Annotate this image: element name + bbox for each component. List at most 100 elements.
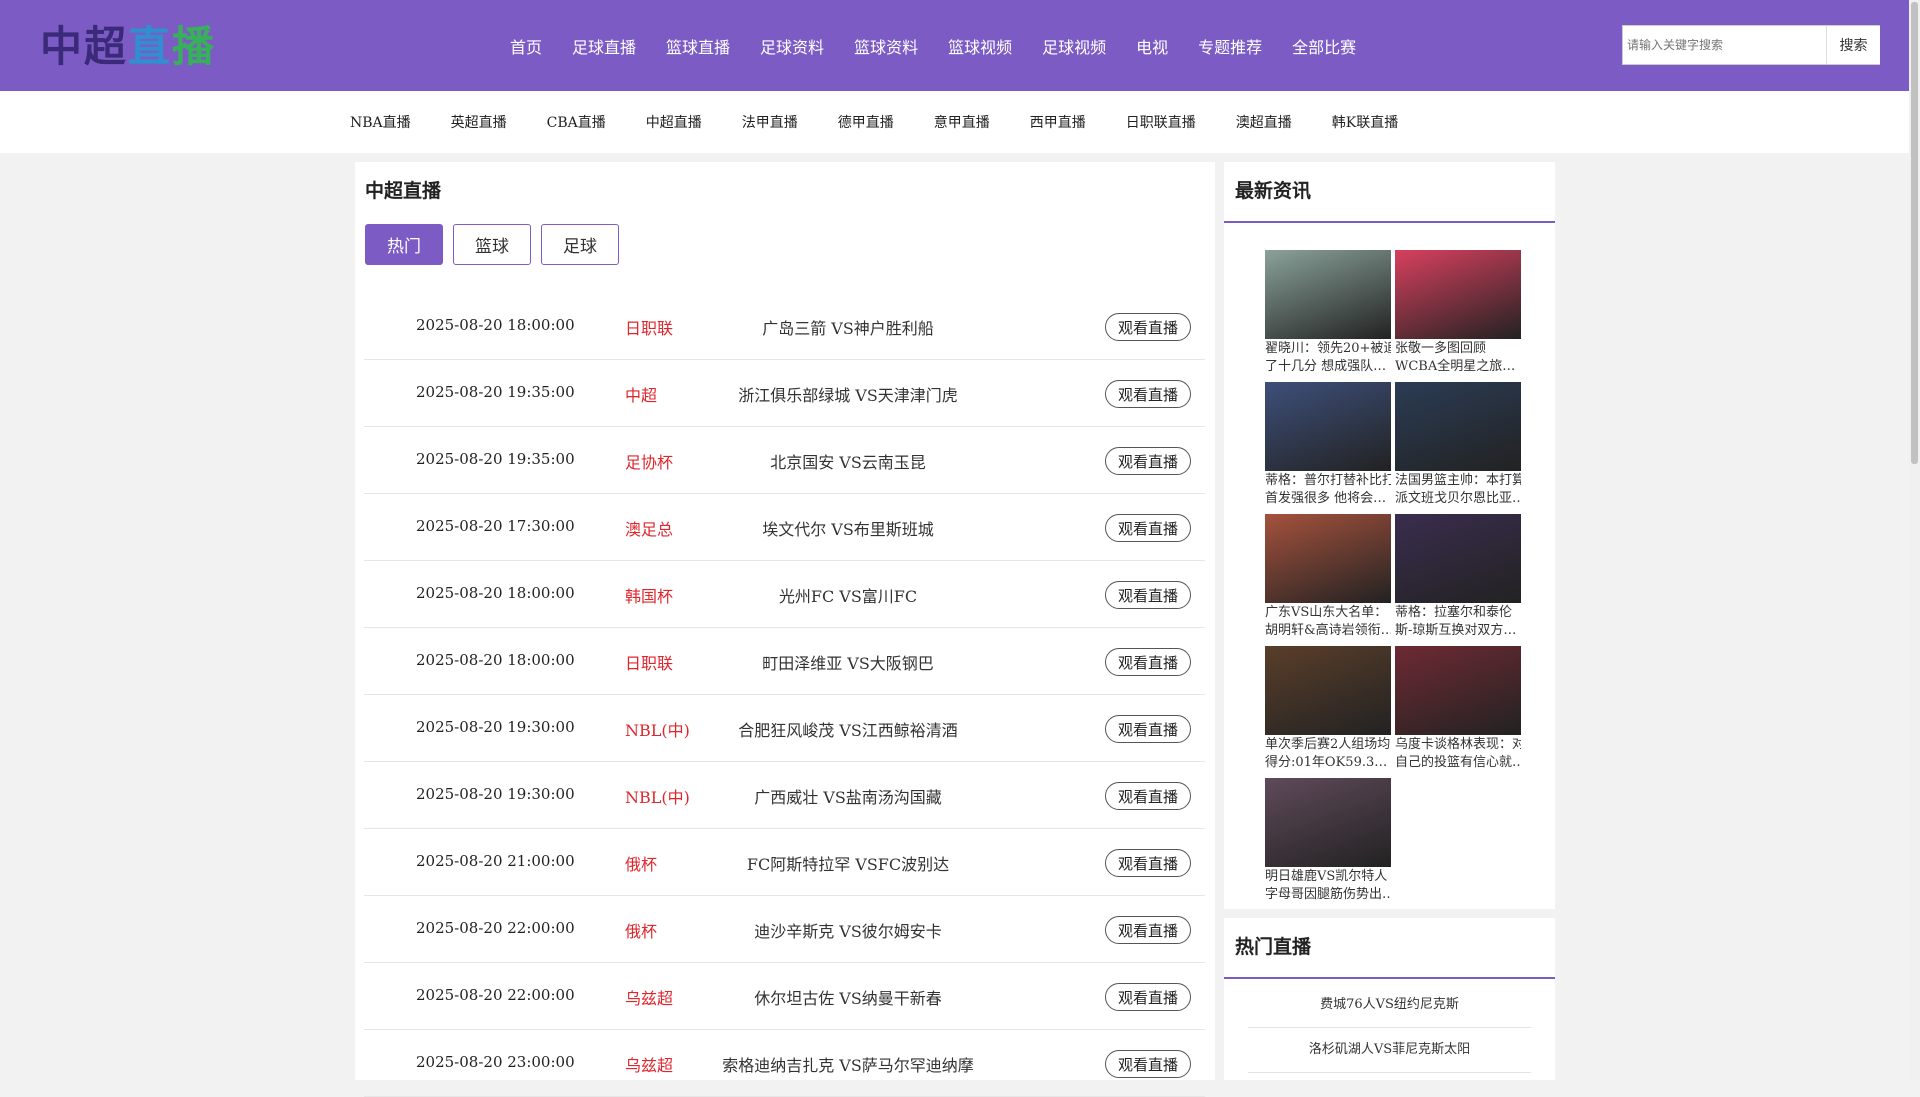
news-thumbnail[interactable]	[1265, 382, 1391, 471]
nav-football-live[interactable]: 足球直播	[572, 34, 636, 58]
news-item[interactable]: 张敬一多图回顾WCBA全明星之旅：分享更多精彩瞬间	[1395, 250, 1521, 378]
watch-live-button[interactable]: 观看直播	[1105, 1050, 1191, 1078]
news-item[interactable]: 广东VS山东大名单：胡明轩&高诗岩领衔双方阵容	[1265, 514, 1391, 642]
news-headline[interactable]: 张敬一多图回顾WCBA全明星之旅：分享更多精彩瞬间	[1395, 340, 1521, 376]
match-league[interactable]: 中超	[625, 382, 657, 406]
search-button[interactable]: 搜索	[1826, 26, 1880, 64]
news-item[interactable]: 法国男篮主帅：本打算派文班戈贝尔恩比亚德同时上场	[1395, 382, 1521, 510]
watch-live-button[interactable]: 观看直播	[1105, 916, 1191, 944]
news-item[interactable]: 蒂格：普尔打替补比打首发强很多 他将会是最佳第六人	[1265, 382, 1391, 510]
league-link-kleague[interactable]: 韩K联直播	[1332, 112, 1398, 132]
watch-live-button[interactable]: 观看直播	[1105, 313, 1191, 341]
news-headline[interactable]: 广东VS山东大名单：胡明轩&高诗岩领衔双方阵容	[1265, 604, 1391, 640]
nav-all-matches[interactable]: 全部比赛	[1292, 34, 1356, 58]
league-link-epl[interactable]: 英超直播	[451, 112, 507, 132]
watch-live-button[interactable]: 观看直播	[1105, 782, 1191, 810]
news-headline[interactable]: 蒂格：普尔打替补比打首发强很多 他将会是最佳第六人	[1265, 472, 1391, 508]
news-headline[interactable]: 乌度卡谈格林表现：对自己的投篮有信心就该出手	[1395, 736, 1521, 772]
league-link-jleague[interactable]: 日职联直播	[1126, 112, 1196, 132]
news-thumbnail[interactable]	[1395, 382, 1521, 471]
nav-football-video[interactable]: 足球视频	[1042, 34, 1106, 58]
logo-char: 中	[40, 22, 85, 71]
news-headline[interactable]: 明日雄鹿VS凯尔特人 字母哥因腿筋伤势出战成疑	[1265, 868, 1391, 904]
match-league[interactable]: 韩国杯	[625, 583, 673, 607]
news-item[interactable]: 单次季后赛2人组场均得分:01年OK59.3分领衔榜单	[1265, 646, 1391, 774]
hot-live-list: 费城76人VS纽约尼克斯 洛杉矶湖人VS菲尼克斯太阳	[1248, 983, 1531, 1073]
news-thumbnail[interactable]	[1265, 514, 1391, 603]
match-teams[interactable]: 广岛三箭 VS神户胜利船	[702, 315, 994, 339]
nav-topics[interactable]: 专题推荐	[1198, 34, 1262, 58]
search-input[interactable]	[1623, 26, 1826, 64]
match-teams[interactable]: 休尔坦古佐 VS纳曼干新春	[702, 985, 994, 1009]
match-league[interactable]: 俄杯	[625, 851, 657, 875]
match-teams[interactable]: 索格迪纳吉扎克 VS萨马尔罕迪纳摩	[702, 1052, 994, 1076]
league-link-csl[interactable]: 中超直播	[646, 112, 702, 132]
watch-live-button[interactable]: 观看直播	[1105, 983, 1191, 1011]
match-league[interactable]: 日职联	[625, 315, 673, 339]
hot-live-item[interactable]: 洛杉矶湖人VS菲尼克斯太阳	[1248, 1028, 1531, 1073]
match-league[interactable]: NBL(中)	[625, 784, 690, 808]
match-league[interactable]: 足协杯	[625, 449, 673, 473]
news-thumbnail[interactable]	[1395, 250, 1521, 339]
watch-live-button[interactable]: 观看直播	[1105, 514, 1191, 542]
news-headline[interactable]: 蒂格：拉塞尔和泰伦斯-琼斯互换对双方都有好处	[1395, 604, 1521, 640]
news-thumbnail[interactable]	[1395, 514, 1521, 603]
match-row: 2025-08-20 18:00:00 日职联 广岛三箭 VS神户胜利船 观看直播	[364, 293, 1205, 360]
league-link-cba[interactable]: CBA直播	[547, 112, 606, 132]
news-thumbnail[interactable]	[1265, 646, 1391, 735]
nav-football-data[interactable]: 足球资料	[760, 34, 824, 58]
match-teams[interactable]: 广西威壮 VS盐南汤沟国藏	[702, 784, 994, 808]
watch-live-button[interactable]: 观看直播	[1105, 447, 1191, 475]
match-teams[interactable]: 光州FC VS富川FC	[702, 583, 994, 607]
match-teams[interactable]: FC阿斯特拉罕 VSFC波别达	[702, 851, 994, 875]
news-thumbnail[interactable]	[1395, 646, 1521, 735]
news-headline[interactable]: 单次季后赛2人组场均得分:01年OK59.3分领衔榜单	[1265, 736, 1391, 772]
news-item[interactable]: 翟晓川：领先20+被追了十几分 想成强队得把比赛杀死	[1265, 250, 1391, 378]
nav-home[interactable]: 首页	[510, 34, 542, 58]
tab-hot[interactable]: 热门	[365, 224, 443, 265]
news-item[interactable]: 明日雄鹿VS凯尔特人 字母哥因腿筋伤势出战成疑	[1265, 778, 1391, 906]
match-teams[interactable]: 迪沙辛斯克 VS彼尔姆安卡	[702, 918, 994, 942]
news-thumbnail[interactable]	[1265, 250, 1391, 339]
site-logo[interactable]: 中超直播	[40, 22, 216, 72]
league-link-laliga[interactable]: 西甲直播	[1030, 112, 1086, 132]
scrollbar-thumb[interactable]	[1911, 2, 1918, 464]
nav-tv[interactable]: 电视	[1136, 34, 1168, 58]
news-item[interactable]: 蒂格：拉塞尔和泰伦斯-琼斯互换对双方都有好处	[1395, 514, 1521, 642]
watch-live-button[interactable]: 观看直播	[1105, 715, 1191, 743]
match-row: 2025-08-20 19:35:00 中超 浙江俱乐部绿城 VS天津津门虎 观看直播	[364, 360, 1205, 427]
tab-basketball[interactable]: 篮球	[453, 224, 531, 265]
match-teams[interactable]: 町田泽维亚 VS大阪钢巴	[702, 650, 994, 674]
hot-live-item[interactable]: 费城76人VS纽约尼克斯	[1248, 983, 1531, 1028]
match-teams[interactable]: 合肥狂风峻茂 VS江西鲸裕清酒	[702, 717, 994, 741]
nav-basketball-live[interactable]: 篮球直播	[666, 34, 730, 58]
league-link-ligue1[interactable]: 法甲直播	[742, 112, 798, 132]
match-teams[interactable]: 北京国安 VS云南玉昆	[702, 449, 994, 473]
match-league[interactable]: 乌兹超	[625, 985, 673, 1009]
watch-live-button[interactable]: 观看直播	[1105, 380, 1191, 408]
match-teams[interactable]: 埃文代尔 VS布里斯班城	[702, 516, 994, 540]
match-league[interactable]: 日职联	[625, 650, 673, 674]
news-headline[interactable]: 翟晓川：领先20+被追了十几分 想成强队得把比赛杀死	[1265, 340, 1391, 376]
watch-live-button[interactable]: 观看直播	[1105, 849, 1191, 877]
match-time: 2025-08-20 18:00:00	[416, 316, 575, 334]
match-teams[interactable]: 浙江俱乐部绿城 VS天津津门虎	[702, 382, 994, 406]
tab-football[interactable]: 足球	[541, 224, 619, 265]
watch-live-button[interactable]: 观看直播	[1105, 648, 1191, 676]
match-league[interactable]: 俄杯	[625, 918, 657, 942]
news-thumbnail[interactable]	[1265, 778, 1391, 867]
match-league[interactable]: 乌兹超	[625, 1052, 673, 1076]
nav-basketball-video[interactable]: 篮球视频	[948, 34, 1012, 58]
match-league[interactable]: NBL(中)	[625, 717, 690, 741]
news-headline[interactable]: 法国男篮主帅：本打算派文班戈贝尔恩比亚德同时上场	[1395, 472, 1521, 508]
league-link-nba[interactable]: NBA直播	[350, 112, 411, 132]
news-item[interactable]: 乌度卡谈格林表现：对自己的投篮有信心就该出手	[1395, 646, 1521, 774]
league-link-bundesliga[interactable]: 德甲直播	[838, 112, 894, 132]
match-row: 2025-08-20 23:00:00 乌兹超 索格迪纳吉扎克 VS萨马尔罕迪纳摩 观…	[364, 1030, 1205, 1097]
watch-live-button[interactable]: 观看直播	[1105, 581, 1191, 609]
nav-basketball-data[interactable]: 篮球资料	[854, 34, 918, 58]
league-link-seriea[interactable]: 意甲直播	[934, 112, 990, 132]
main-nav: 首页 足球直播 篮球直播 足球资料 篮球资料 篮球视频 足球视频 电视 专题推荐…	[510, 0, 1386, 91]
league-link-aleague[interactable]: 澳超直播	[1236, 112, 1292, 132]
match-league[interactable]: 澳足总	[625, 516, 673, 540]
